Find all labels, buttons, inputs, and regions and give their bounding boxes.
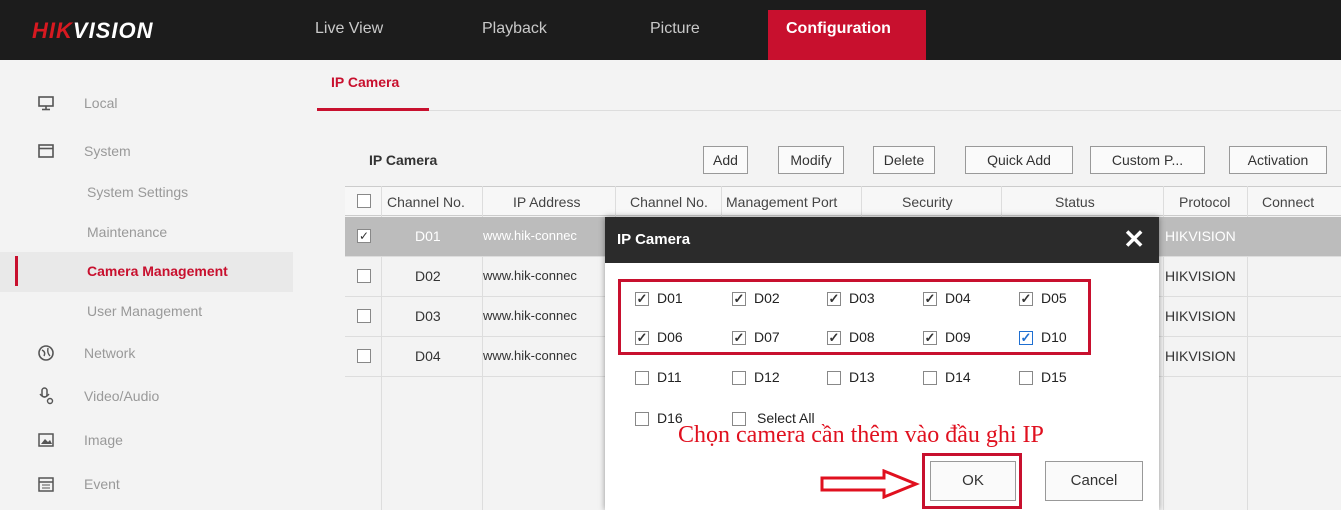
checkbox-box [635, 412, 649, 426]
checkbox-label: D15 [1041, 369, 1067, 385]
checkbox-box [827, 371, 841, 385]
monitor-icon [37, 94, 55, 112]
checkbox-box [732, 371, 746, 385]
cell-channel: D03 [415, 308, 441, 324]
sidebar-item-label: Event [84, 476, 120, 492]
checkbox-box [635, 371, 649, 385]
cell-channel: D01 [415, 228, 441, 244]
window-icon [37, 142, 55, 160]
dialog-title: IP Camera [617, 231, 691, 248]
col-status: Status [1055, 194, 1095, 210]
sidebar-item-label: Camera Management [87, 263, 228, 279]
ok-button[interactable]: OK [930, 461, 1016, 501]
col-security: Security [902, 194, 953, 210]
close-icon[interactable]: ✕ [1123, 225, 1145, 253]
sidebar-item-label: Maintenance [87, 224, 168, 240]
modify-button[interactable]: Modify [778, 146, 844, 174]
row-checkbox[interactable] [357, 309, 371, 323]
col-channel-no: Channel No. [387, 194, 465, 210]
sidebar-item-image[interactable]: Image [0, 421, 293, 461]
hikvision-logo: HIKVISION [32, 18, 154, 43]
sidebar-item-maintenance[interactable]: Maintenance [0, 213, 293, 253]
checkbox-box [1019, 371, 1033, 385]
calendar-icon [37, 475, 55, 493]
row-checkbox[interactable] [357, 349, 371, 363]
col-management-port: Management Port [726, 194, 838, 210]
custom-protocol-button[interactable]: Custom P... [1090, 146, 1205, 174]
table-header: Channel No. IP Address Channel No. Manag… [345, 186, 1341, 216]
sidebar-item-system-settings[interactable]: System Settings [0, 173, 293, 213]
checkbox-box [923, 371, 937, 385]
sidebar-item-user-management[interactable]: User Management [0, 292, 293, 332]
sidebar-item-local[interactable]: Local [0, 84, 293, 124]
col-channel-no-2: Channel No. [630, 194, 708, 210]
sidebar-item-label: Video/Audio [84, 388, 160, 404]
checkbox-label: D12 [754, 369, 780, 385]
sidebar-item-label: System Settings [87, 184, 189, 200]
sidebar: Local System System Settings Maintenance… [0, 60, 293, 510]
cell-protocol: HIKVISION [1165, 228, 1236, 244]
tab-ip-camera[interactable]: IP Camera [317, 74, 427, 90]
col-protocol: Protocol [1179, 194, 1231, 210]
sidebar-item-network[interactable]: Network [0, 334, 293, 374]
sidebar-item-label: Local [84, 95, 118, 111]
globe-icon [37, 344, 55, 362]
selection-highlight-box [618, 279, 1091, 355]
sidebar-item-label: User Management [87, 303, 203, 319]
row-checkbox[interactable] [357, 269, 371, 283]
delete-button[interactable]: Delete [873, 146, 935, 174]
cell-channel: D04 [415, 348, 441, 364]
cell-protocol: HIKVISION [1165, 348, 1236, 364]
cell-ip: www.hik-connec [483, 348, 577, 363]
panel-title: IP Camera [369, 152, 438, 168]
checkbox-label: D14 [945, 369, 971, 385]
cell-channel: D02 [415, 268, 441, 284]
cell-protocol: HIKVISION [1165, 308, 1236, 324]
image-icon [37, 431, 55, 449]
col-ip-address: IP Address [513, 194, 581, 210]
cell-ip: www.hik-connec [483, 268, 577, 283]
col-connect: Connect [1262, 194, 1315, 210]
cancel-button[interactable]: Cancel [1045, 461, 1143, 501]
activation-button[interactable]: Activation [1229, 146, 1327, 174]
cell-ip: www.hik-connec [483, 308, 577, 323]
tab-active-indicator [317, 108, 429, 111]
sidebar-item-event[interactable]: Event [0, 465, 293, 505]
nav-playback[interactable]: Playback [482, 20, 547, 38]
sidebar-item-system[interactable]: System [0, 132, 293, 172]
checkbox-label: D11 [657, 369, 682, 385]
nav-configuration[interactable]: Configuration [768, 10, 926, 60]
sidebar-item-label: Image [84, 432, 123, 448]
row-checkbox[interactable]: ✓ [357, 229, 371, 243]
arrow-annotation-icon [820, 469, 920, 499]
ip-camera-dialog: IP Camera ✕ ✓ D01 ✓ D02 ✓ D03 ✓ D04 ✓ D05 ✓ D0… [605, 217, 1159, 510]
sidebar-item-video-audio[interactable]: Video/Audio [0, 377, 293, 417]
sidebar-item-camera-management[interactable]: Camera Management [0, 252, 293, 292]
checkbox-label: D13 [849, 369, 875, 385]
dialog-header: IP Camera ✕ [605, 217, 1159, 263]
video-audio-icon [37, 387, 55, 405]
quick-add-button[interactable]: Quick Add [965, 146, 1073, 174]
cell-ip: www.hik-connec [483, 228, 577, 243]
add-button[interactable]: Add [703, 146, 748, 174]
nav-picture[interactable]: Picture [650, 20, 700, 38]
instruction-annotation: Chọn camera cần thêm vào đầu ghi IP [678, 422, 1044, 448]
sidebar-item-label: System [84, 143, 131, 159]
tab-divider [317, 110, 1341, 111]
top-bar: HIKVISION Live View Playback Picture Con… [0, 0, 1341, 60]
nav-live-view[interactable]: Live View [315, 20, 383, 38]
sidebar-item-label: Network [84, 345, 136, 361]
cell-protocol: HIKVISION [1165, 268, 1236, 284]
select-all-checkbox[interactable] [357, 194, 371, 208]
